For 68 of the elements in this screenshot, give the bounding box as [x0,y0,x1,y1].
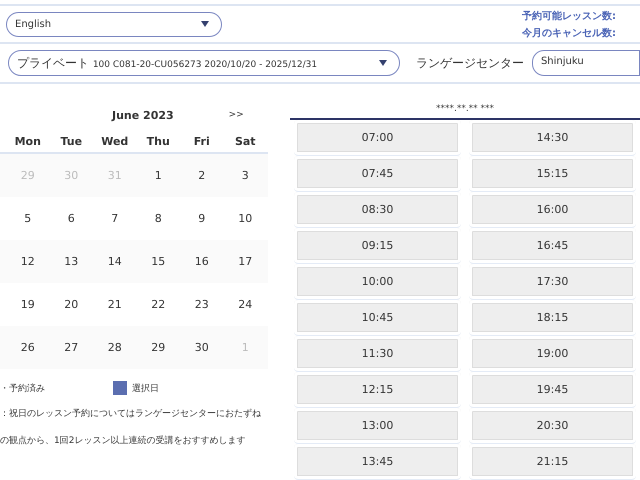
caret-icon [378,60,387,66]
calendar-day[interactable]: 16 [180,255,224,268]
time-slot-button[interactable]: 10:00 [294,264,461,300]
calendar-day[interactable]: 15 [136,255,180,268]
time-slot-button[interactable]: 19:45 [469,372,636,408]
note-text: ：祝日のレッスン予約についてはランゲージセンターにおたずね [0,408,262,420]
time-slot-button[interactable]: 14:30 [469,120,636,156]
calendar-day[interactable]: 30 [180,341,224,354]
time-slot-button[interactable]: 12:15 [294,372,461,408]
calendar-day[interactable]: 29 [136,341,180,354]
month-title: June 2023 [112,108,174,122]
calendar-day[interactable]: 5 [6,212,50,225]
next-month-link[interactable]: >> [228,110,244,120]
time-slot-button[interactable]: 13:00 [294,408,461,444]
time-slot-button[interactable]: 10:45 [294,300,461,336]
time-slot-button[interactable]: 15:15 [469,156,636,192]
calendar-day[interactable]: 2 [180,169,224,182]
calendar-day[interactable]: 27 [50,341,93,354]
calendar-day[interactable]: 1 [136,169,180,182]
calendar-day[interactable]: 3 [224,169,267,182]
time-slot-button[interactable]: 07:45 [294,156,461,192]
time-slot-button[interactable]: 11:30 [294,336,461,372]
calendar-day[interactable]: 19 [6,298,50,311]
calendar-day[interactable]: 12 [6,255,50,268]
contract-select[interactable]: プライベート 100 C081-20-CU056273 2020/10/20 - 2025/12/31 [8,50,400,76]
calendar-day[interactable]: 23 [180,298,224,311]
time-slot-button[interactable]: 20:30 [469,408,636,444]
time-slot-button[interactable]: 16:00 [469,192,636,228]
time-slot-button[interactable]: 18:15 [469,300,636,336]
time-slot-button[interactable]: 09:15 [294,228,461,264]
count-label: 今月のキャンセル数: [522,26,616,40]
calendar-day[interactable]: 8 [136,212,180,225]
note-text: の観点から、1回2レッスン以上連続の受講をおすすめします [0,434,246,447]
calendar-day[interactable]: 14 [93,255,136,268]
center-field[interactable]: Shinjuku [532,50,640,76]
weekday-header: Thu [146,134,171,148]
caret-icon [201,21,209,27]
calendar-day[interactable]: 24 [224,298,267,311]
weekday-header: Mon [14,134,42,148]
calendar-day[interactable]: 6 [50,212,93,225]
calendar-day[interactable]: 28 [93,341,136,354]
count-label: 予約可能レッスン数: [522,10,616,22]
legend-label: 選択日 [132,382,159,394]
time-slot-button[interactable]: 19:00 [469,336,636,372]
weekday-header: Tue [59,134,84,148]
time-slot-button[interactable]: 17:30 [469,264,636,300]
select-value: プライベート 100 C081-20-CU056273 2020/10/20 - 2025/12/31 [17,54,318,72]
calendar-day[interactable]: 20 [50,298,93,311]
center-label: ランゲージセンター [416,54,524,72]
calendar-day[interactable]: 26 [6,341,50,354]
select-value: English [15,18,52,30]
calendar-day[interactable]: 10 [224,212,267,225]
language-select[interactable]: English [6,12,222,36]
calendar-day[interactable]: 7 [93,212,136,225]
calendar-day[interactable]: 17 [224,255,267,268]
legend-label: ・予約済み [0,382,45,394]
calendar-day[interactable]: 21 [93,298,136,311]
calendar-day[interactable]: 13 [50,255,93,268]
calendar-day[interactable]: 9 [180,212,224,225]
time-slot-button[interactable]: 13:45 [294,444,461,480]
time-slot-button[interactable]: 07:00 [294,120,461,156]
weekday-header: Sat [234,134,257,148]
weekday-header: Fri [192,134,211,148]
calendar-day[interactable]: 22 [136,298,180,311]
time-slot-button[interactable]: 08:30 [294,192,461,228]
weekday-header: Wed [100,134,130,148]
time-slot-button[interactable]: 21:15 [469,444,636,480]
time-slot-button[interactable]: 16:45 [469,228,636,264]
